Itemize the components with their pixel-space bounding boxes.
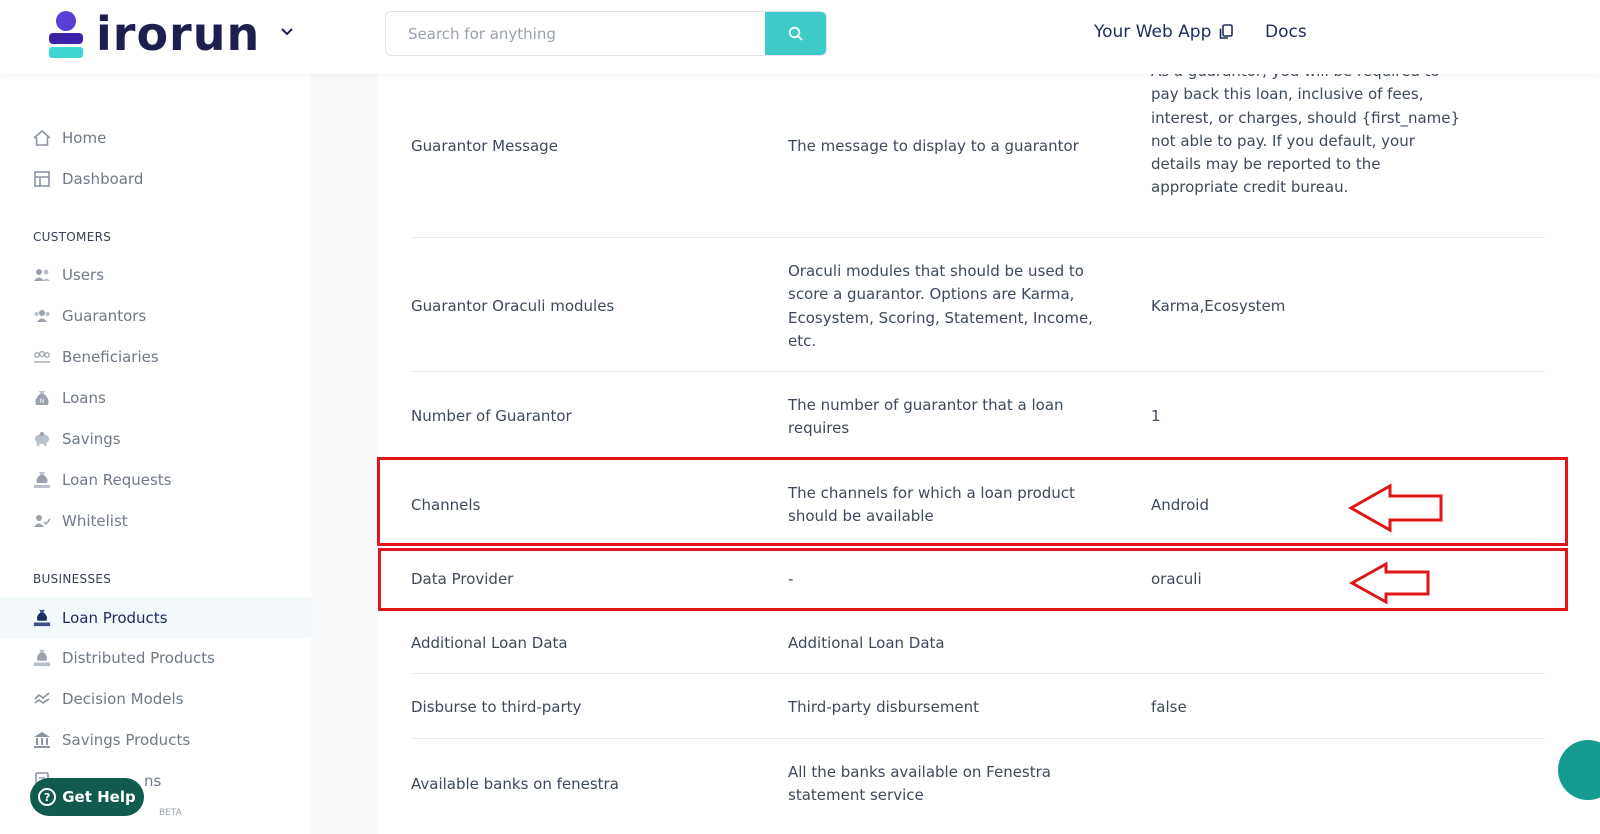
help-question-icon: ? [38,788,57,806]
distributed-products-icon [33,649,51,667]
sidebar-item-users[interactable]: Users [0,255,311,295]
dashboard-icon [33,170,51,188]
search-icon [788,26,803,41]
loan-bag-icon: N [33,389,51,407]
sidebar-item-whitelist[interactable]: Whitelist [0,501,311,541]
piggy-bank-icon [33,430,51,448]
sidebar-item-label: Savings [62,430,121,448]
field-name: Available banks on fenestra [411,775,619,793]
sidebar-item-label: Distributed Products [62,649,215,667]
field-description: The message to display to a guarantor [788,137,1079,155]
loan-products-icon [33,609,51,627]
field-name: Guarantor Message [411,137,558,155]
sidebar-item-label: Users [62,266,105,284]
table-row: Guarantor Message The message to display… [411,74,1545,238]
copy-icon [1220,24,1234,39]
section-businesses: BUSINESSES [33,572,112,586]
sidebar-item-label: Loan Products [62,608,168,627]
search-input[interactable] [386,12,767,55]
field-name: Guarantor Oraculi modules [411,297,615,315]
top-bar: irorun Your Web App Docs [0,0,1600,74]
sidebar-item-loan-requests[interactable]: Loan Requests [0,460,311,500]
brand-name: irorun [96,7,261,61]
section-customers: CUSTOMERS [33,230,112,244]
field-description: Third-party disbursement [788,698,980,716]
sidebar-item-label: Dashboard [62,170,144,188]
sidebar-item-label: Loan Requests [62,471,172,489]
loan-request-icon [33,471,51,489]
field-name: Additional Loan Data [411,634,568,652]
field-value: 1 [1151,407,1161,425]
sidebar-item-dashboard[interactable]: Dashboard [0,159,311,199]
sidebar-item-loan-products[interactable]: Loan Products [0,597,311,638]
svg-text:N: N [40,398,45,405]
arrow-left-icon [1348,483,1443,533]
sidebar: Home Dashboard CUSTOMERS Users Guarantor… [0,74,311,834]
decision-models-icon [33,690,51,708]
field-name: Number of Guarantor [411,407,572,425]
web-app-label: Your Web App [1094,22,1212,42]
table-row: Additional Loan Data Additional Loan Dat… [411,610,1545,674]
search-bar [385,11,827,56]
bank-icon [33,731,51,749]
sidebar-item-savings-products[interactable]: Savings Products [0,720,311,760]
sidebar-item-label: Decision Models [62,690,184,708]
table-row: Disburse to third-party Third-party disb… [411,674,1545,739]
sidebar-item-savings[interactable]: Savings [0,419,311,459]
sidebar-item-label: Whitelist [62,512,128,530]
sidebar-item-beneficiaries[interactable]: Beneficiaries [0,337,311,377]
table-row: Available banks on fenestra All the bank… [411,739,1545,834]
get-help-button[interactable]: ? Get Help [30,778,144,816]
brand-logo[interactable]: irorun [46,8,260,60]
sidebar-item-label: Home [62,129,107,147]
sidebar-item-label: Savings Products [62,731,191,749]
sidebar-item-label: Beneficiaries [62,348,159,366]
docs-link[interactable]: Docs [1265,22,1307,42]
sidebar-item-label: Loans [62,389,106,407]
beta-badge: BETA [159,808,182,818]
users-icon [33,266,51,284]
sidebar-item-label: Guarantors [62,307,147,325]
search-button[interactable] [765,12,826,55]
logo-mark-icon [46,9,86,59]
field-description: The number of guarantor that a loan requ… [788,396,1064,438]
web-app-link[interactable]: Your Web App [1094,22,1235,42]
whitelist-icon [33,512,51,530]
field-description: Additional Loan Data [788,634,945,652]
sidebar-item-home[interactable]: Home [0,118,311,158]
field-description: Oraculi modules that should be used to s… [788,262,1093,350]
beneficiaries-icon [33,348,51,366]
table-row: Number of Guarantor The number of guaran… [411,372,1545,458]
field-value: As a guarantor, you will be required to … [1151,74,1461,197]
field-value: false [1151,698,1187,716]
home-icon [33,129,51,147]
field-value: Karma,Ecosystem [1151,297,1286,315]
table-row: Guarantor Oraculi modules Oraculi module… [411,238,1545,372]
sidebar-item-label: ns [144,772,162,790]
field-name: Disburse to third-party [411,698,582,716]
loan-product-details: Guarantor Message The message to display… [378,74,1600,834]
chevron-down-icon[interactable] [280,22,300,42]
sidebar-item-decision-models[interactable]: Decision Models [0,679,311,719]
get-help-label: Get Help [62,788,136,806]
field-description: All the banks available on Fenestra stat… [788,763,1051,805]
sidebar-item-loans[interactable]: N Loans [0,378,311,418]
sidebar-item-distributed-products[interactable]: Distributed Products [0,638,311,678]
guarantors-icon [33,307,51,325]
arrow-left-icon [1349,561,1430,605]
sidebar-item-guarantors[interactable]: Guarantors [0,296,311,336]
